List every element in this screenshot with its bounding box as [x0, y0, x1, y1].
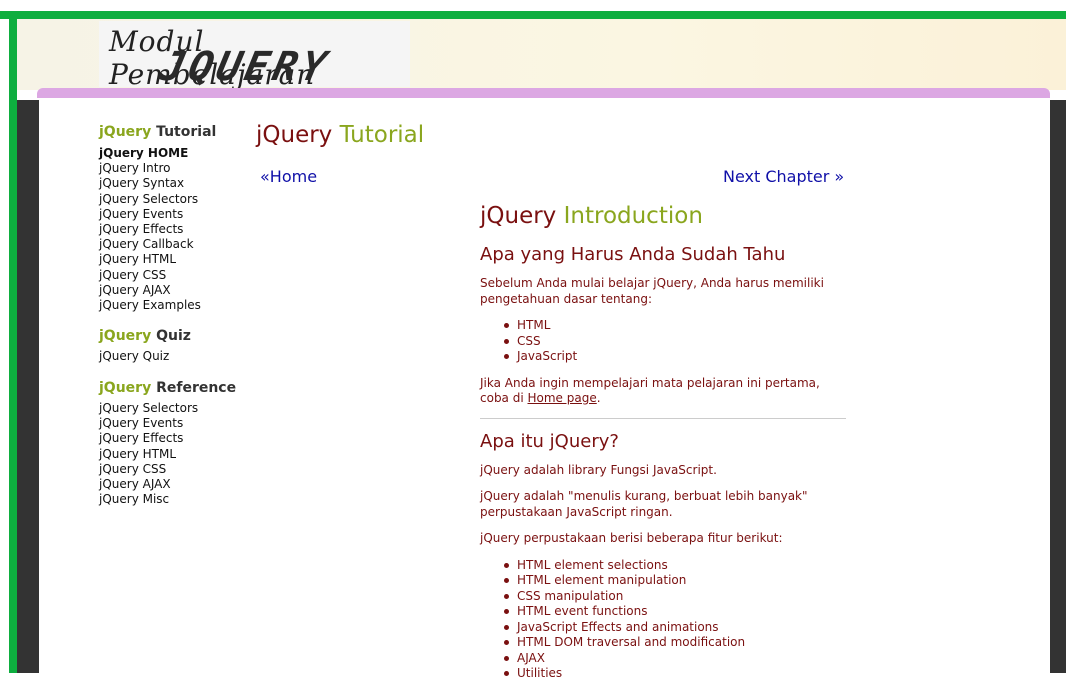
list-item: JavaScript Effects and animations	[504, 620, 846, 636]
home-page-link[interactable]: Home page	[528, 391, 597, 405]
list-item: HTML element selections	[504, 558, 846, 574]
sidebar-item-jquery-quiz[interactable]: jQuery Quiz	[99, 349, 191, 364]
sidebar-reference: jQuery Reference jQuery Selectors jQuery…	[99, 380, 236, 507]
section-divider	[480, 417, 846, 419]
window-border-top	[0, 11, 1066, 19]
sidebar-item-jquery-css[interactable]: jQuery CSS	[99, 268, 249, 283]
site-logo[interactable]: Modul Pembelajaran JQUERY	[99, 21, 410, 91]
sidebar-tutorial: jQuery Tutorial jQuery HOME jQuery Intro…	[99, 124, 249, 313]
header-divider	[37, 88, 1050, 98]
sidebar-item-jquery-ajax[interactable]: jQuery AJAX	[99, 283, 249, 298]
sidebar-ref-misc[interactable]: jQuery Misc	[99, 492, 236, 507]
list-item: HTML	[504, 318, 846, 334]
what-is-p3: jQuery perpustakaan berisi beberapa fitu…	[480, 531, 783, 545]
sidebar-ref-effects[interactable]: jQuery Effects	[99, 431, 236, 446]
page-border-right	[1050, 100, 1066, 673]
article-content: jQuery Introduction Apa yang Harus Anda …	[480, 200, 846, 693]
list-item: Utilities	[504, 666, 846, 682]
sidebar-item-jquery-callback[interactable]: jQuery Callback	[99, 237, 249, 252]
sidebar-ref-ajax[interactable]: jQuery AJAX	[99, 477, 236, 492]
sidebar-ref-selectors[interactable]: jQuery Selectors	[99, 401, 236, 416]
article-heading: jQuery Introduction	[480, 203, 703, 229]
sidebar-ref-html[interactable]: jQuery HTML	[99, 447, 236, 462]
sidebar-item-jquery-html[interactable]: jQuery HTML	[99, 252, 249, 267]
sidebar-item-jquery-events[interactable]: jQuery Events	[99, 207, 249, 222]
sidebar-item-jquery-effects[interactable]: jQuery Effects	[99, 222, 249, 237]
section-title-prerequisites: Apa yang Harus Anda Sudah Tahu	[480, 244, 786, 265]
list-item: CSS	[504, 334, 846, 350]
sidebar-item-jquery-home[interactable]: jQuery HOME	[99, 146, 249, 161]
page-border-left	[17, 100, 39, 673]
list-item: HTML event functions	[504, 604, 846, 620]
features-list: HTML element selections HTML element man…	[480, 558, 846, 682]
list-item: AJAX	[504, 651, 846, 667]
sidebar-heading-reference: jQuery Reference	[99, 380, 237, 396]
sidebar-heading-tutorial: jQuery Tutorial	[99, 124, 217, 140]
what-is-p2: jQuery adalah "menulis kurang, berbuat l…	[480, 489, 808, 519]
sidebar-item-jquery-examples[interactable]: jQuery Examples	[99, 298, 249, 313]
prerequisites-intro: Sebelum Anda mulai belajar jQuery, Anda …	[480, 276, 824, 306]
list-item: HTML DOM traversal and modification	[504, 635, 846, 651]
list-item: CSS manipulation	[504, 589, 846, 605]
sidebar-ref-events[interactable]: jQuery Events	[99, 416, 236, 431]
list-item: JavaScript	[504, 349, 846, 365]
prerequisites-list: HTML CSS JavaScript	[480, 318, 846, 365]
sidebar-ref-css[interactable]: jQuery CSS	[99, 462, 236, 477]
section-title-what-is-jquery: Apa itu jQuery?	[480, 430, 619, 452]
prerequisites-outro: Jika Anda ingin mempelajari mata pelajar…	[480, 375, 820, 406]
sidebar-quiz: jQuery Quiz jQuery Quiz	[99, 328, 191, 364]
prev-home-link[interactable]: «Home	[260, 167, 317, 186]
sidebar-item-jquery-syntax[interactable]: jQuery Syntax	[99, 176, 249, 191]
sidebar-item-jquery-intro[interactable]: jQuery Intro	[99, 161, 249, 176]
sidebar-heading-quiz: jQuery Quiz	[99, 328, 191, 344]
logo-big-text: JQUERY	[156, 44, 335, 90]
what-is-p1: jQuery adalah library Fungsi JavaScript.	[480, 462, 717, 477]
window-border-left	[9, 11, 17, 673]
next-chapter-link[interactable]: Next Chapter »	[723, 167, 844, 186]
list-item: HTML element manipulation	[504, 573, 846, 589]
page-title: jQuery Tutorial	[256, 122, 425, 148]
sidebar-item-jquery-selectors[interactable]: jQuery Selectors	[99, 192, 249, 207]
